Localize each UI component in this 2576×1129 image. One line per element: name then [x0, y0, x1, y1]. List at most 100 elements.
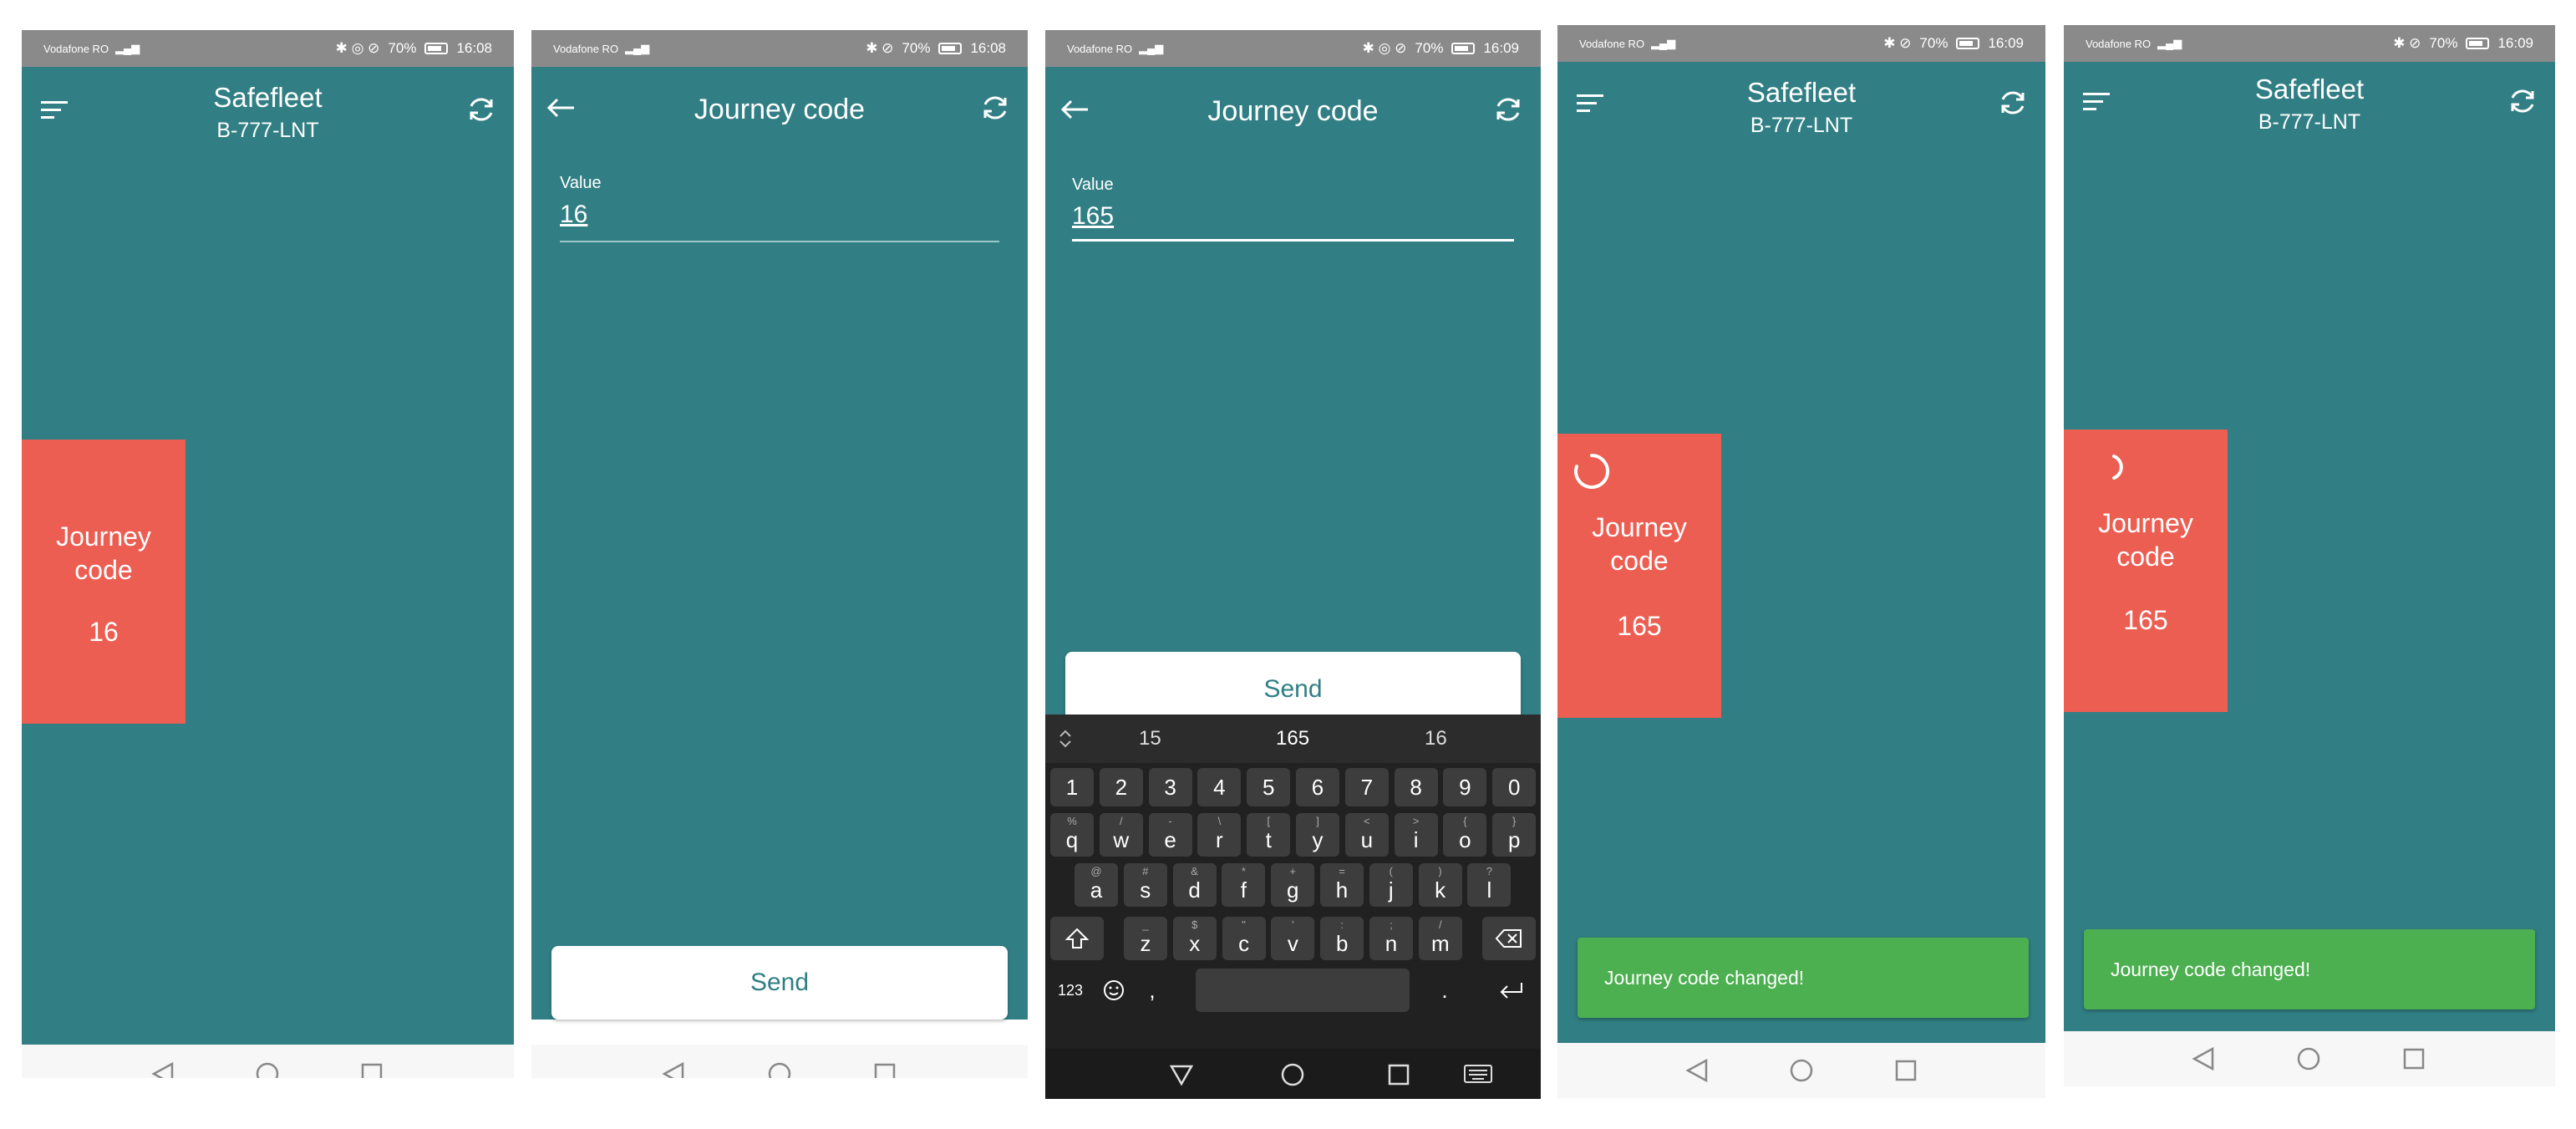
key-label: g: [1286, 877, 1299, 903]
nav-back-triangle-icon[interactable]: [1684, 1058, 1710, 1083]
key-alt-label: {: [1463, 815, 1467, 827]
refresh-icon[interactable]: [2502, 80, 2543, 122]
key-k[interactable]: ) k: [1418, 863, 1462, 907]
keyboard-system-nav: [1045, 1049, 1541, 1099]
nav-home-circle-icon[interactable]: [1280, 1062, 1305, 1087]
nav-home-circle-icon[interactable]: [255, 1061, 280, 1078]
mode-switch-key[interactable]: 123: [1050, 969, 1090, 1012]
status-icons: ✱ ⊘: [1883, 35, 1912, 51]
key-p[interactable]: } p: [1492, 813, 1537, 857]
key-c[interactable]: " c: [1222, 917, 1266, 960]
key-g[interactable]: + g: [1271, 863, 1315, 907]
nav-back-triangle-icon[interactable]: [2191, 1046, 2216, 1071]
shift-key[interactable]: [1050, 917, 1104, 960]
key-o[interactable]: {o: [1443, 813, 1487, 857]
backspace-key[interactable]: [1482, 917, 1536, 960]
enter-key[interactable]: [1488, 969, 1535, 1012]
key-label: t: [1265, 826, 1272, 852]
suggestion-item-selected[interactable]: 165: [1276, 727, 1309, 750]
key-d[interactable]: & d: [1172, 863, 1217, 907]
value-input[interactable]: 16: [560, 201, 587, 229]
refresh-icon[interactable]: [974, 87, 1016, 129]
value-input[interactable]: 165: [1072, 202, 1114, 231]
key-2[interactable]: 2: [1099, 768, 1143, 806]
battery-icon: [1451, 43, 1476, 54]
refresh-icon[interactable]: [1992, 82, 2034, 124]
key-l[interactable]: ? l: [1467, 863, 1512, 907]
key-0[interactable]: 0: [1492, 768, 1537, 806]
key-x[interactable]: $ x: [1172, 917, 1217, 960]
key-label: q: [1065, 826, 1079, 852]
vehicle-plate: B-777-LNT: [1750, 114, 1853, 137]
key-9[interactable]: 9: [1443, 768, 1487, 806]
emoji-key[interactable]: [1094, 969, 1134, 1012]
key-label: w: [1113, 826, 1130, 852]
key-v[interactable]: ' v: [1271, 917, 1315, 960]
comma-key[interactable]: ,: [1137, 969, 1167, 1012]
key-label: a: [1090, 877, 1103, 903]
key-1[interactable]: 1: [1050, 768, 1094, 806]
send-button[interactable]: Send: [551, 946, 1008, 1020]
key-y[interactable]: ] y: [1296, 813, 1339, 857]
app-title: Safefleet: [2254, 74, 2365, 104]
nav-recents-square-icon[interactable]: [2401, 1046, 2426, 1071]
nav-home-circle-icon[interactable]: [767, 1061, 792, 1078]
nav-home-circle-icon[interactable]: [2296, 1046, 2321, 1071]
nav-recents-square-icon[interactable]: [359, 1061, 384, 1078]
tile-value: 16: [89, 617, 119, 647]
key-a[interactable]: @ a: [1075, 863, 1118, 907]
key-q[interactable]: % q: [1050, 813, 1094, 857]
suggestion-item[interactable]: 16: [1425, 727, 1447, 750]
nav-home-circle-icon[interactable]: [1789, 1058, 1814, 1083]
refresh-icon[interactable]: [460, 89, 502, 130]
key-alt-label: /: [1438, 918, 1442, 931]
key-label: x: [1189, 930, 1201, 956]
key-4[interactable]: 4: [1197, 768, 1242, 806]
key-n[interactable]: ; n: [1369, 917, 1413, 960]
nav-recents-square-icon[interactable]: [1386, 1062, 1411, 1087]
nav-recents-square-icon[interactable]: [1893, 1058, 1918, 1083]
key-f[interactable]: * f: [1222, 863, 1266, 907]
key-3[interactable]: 3: [1148, 768, 1192, 806]
key-z[interactable]: _ z: [1124, 917, 1167, 960]
suggestion-bar: 15 165 16: [1045, 715, 1541, 763]
key-6[interactable]: 6: [1296, 768, 1339, 806]
key-b[interactable]: :b: [1320, 917, 1364, 960]
nav-recents-square-icon[interactable]: [872, 1061, 897, 1078]
nav-back-triangle-icon[interactable]: [1169, 1062, 1194, 1087]
journey-code-tile[interactable]: Journey code 16: [22, 440, 185, 724]
key-j[interactable]: (j: [1369, 863, 1413, 907]
key-t[interactable]: [t: [1247, 813, 1291, 857]
key-s[interactable]: # s: [1123, 863, 1167, 907]
key-5[interactable]: 5: [1247, 768, 1291, 806]
nav-back-triangle-icon[interactable]: [661, 1061, 686, 1078]
key-8[interactable]: 8: [1394, 768, 1438, 806]
app-content: Safefleet B-777-LNT Journey code 165 Jou…: [1557, 62, 2045, 1043]
status-bar: Vodafone RO ▂▄▆ ✱ ⊘ 70% 16:09: [1557, 25, 2045, 62]
key-h[interactable]: = h: [1320, 863, 1364, 907]
journey-code-tile[interactable]: Journey code 165: [1557, 434, 1721, 718]
journey-code-tile[interactable]: Journey code 165: [2064, 430, 2228, 712]
key-w[interactable]: / w: [1099, 813, 1143, 857]
key-m[interactable]: / m: [1418, 917, 1462, 960]
key-7[interactable]: 7: [1344, 768, 1389, 806]
system-nav-bar: [22, 1045, 514, 1078]
space-key[interactable]: [1196, 969, 1410, 1012]
carrier-label: Vodafone RO: [1579, 37, 1645, 50]
app-title: Safefleet: [1746, 77, 1857, 108]
suggestion-expand-icon[interactable]: [1057, 728, 1074, 750]
key-label: 7: [1360, 774, 1374, 800]
nav-back-triangle-icon[interactable]: [150, 1061, 175, 1078]
key-label: m: [1430, 930, 1450, 956]
period-key[interactable]: .: [1430, 969, 1460, 1012]
suggestion-item[interactable]: 15: [1139, 727, 1161, 750]
key-label: 3: [1164, 774, 1176, 800]
keyboard-hide-icon[interactable]: [1463, 1062, 1493, 1087]
refresh-icon[interactable]: [1487, 89, 1529, 130]
key-r[interactable]: \ r: [1197, 813, 1242, 857]
battery-percent: 70%: [1415, 40, 1444, 56]
key-label: 2: [1115, 774, 1128, 800]
key-i[interactable]: > i: [1394, 813, 1438, 857]
key-e[interactable]: -e: [1148, 813, 1192, 857]
key-u[interactable]: < u: [1344, 813, 1389, 857]
